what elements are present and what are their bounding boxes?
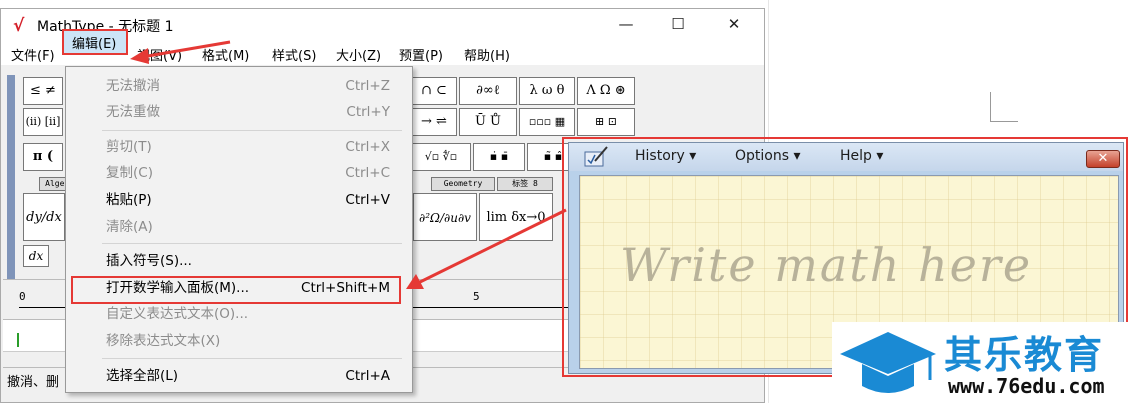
greek-upper-palette-button[interactable]: Λ Ω ⊛ [577,77,635,105]
menu-item-redo[interactable]: 无法重做 Ctrl+Y [66,99,412,125]
menu-item-remove-expression-text[interactable]: 移除表达式文本(X) [66,328,412,354]
write-placeholder: Write math here [620,238,1033,292]
menu-item-clear[interactable]: 清除(A) [66,214,412,240]
derivative-template-button[interactable]: dy/dx [23,193,65,241]
menu-item-copy[interactable]: 复制(C) Ctrl+C [66,160,412,186]
panel-close-button[interactable]: ✕ [1086,150,1120,168]
document-margin-mark [990,92,1018,122]
brand-name: 其乐教育 [944,333,1105,377]
insertion-cursor [17,333,31,347]
menu-separator [102,130,402,131]
maximize-button[interactable]: ☐ [655,9,701,41]
menu-item-custom-expression-text[interactable]: 自定义表达式文本(O)... [66,301,412,327]
graduation-cap-icon [840,332,936,393]
mathtype-logo-icon: √ [13,16,25,36]
menu-size[interactable]: 大小(Z) [336,45,381,64]
ruler-mark-start: 0 [19,290,26,303]
menu-edit-label: 编辑(E) [72,37,117,52]
status-text: 撤消、删 [7,375,60,390]
math-panel-pen-icon [584,146,608,167]
menu-file[interactable]: 文件(F) [11,45,55,64]
toolbar-grip [7,75,15,281]
options-menu[interactable]: Options ▾ [735,148,801,164]
menu-help[interactable]: 帮助(H) [464,45,510,64]
tab-8[interactable]: 标签 8 [497,177,553,191]
arrows-palette-button[interactable]: → ⇌ [411,108,457,136]
partial-derivative-template-button[interactable]: ∂²Ω/∂u∂v [413,193,477,241]
history-menu[interactable]: History ▾ [635,148,696,164]
menu-style[interactable]: 样式(S) [272,45,316,64]
overbar-template-button[interactable]: ▪̇ ▪̄ [473,143,525,171]
menu-format[interactable]: 格式(M) [202,45,249,64]
menu-separator [102,358,402,359]
pi-template-button[interactable]: π ( [23,143,63,171]
annotation-highlight-box [71,276,401,304]
dx-template-button[interactable]: dx [23,245,49,267]
set-operators-palette-button[interactable]: ∩ ⊂ [411,77,457,105]
menu-edit[interactable]: 编辑(E) [62,29,128,55]
embellishments-palette-button[interactable]: Ū Ů [459,108,517,136]
tab-geometry[interactable]: Geometry [431,177,495,191]
matrix-palette-button[interactable]: ▫▫▫ ▦ [519,108,575,136]
radical-template-button[interactable]: √▫ ∜▫ [411,143,471,171]
ruler-mark-mid: 5 [473,290,480,303]
greek-lower-palette-button[interactable]: λ ω θ [519,77,575,105]
menu-item-paste[interactable]: 粘贴(P) Ctrl+V [66,187,412,213]
boxes-palette-button[interactable]: ⊞ ⊡ [577,108,635,136]
fences-palette-button[interactable]: (ⅱ) [ⅱ] [23,108,63,136]
watermark: 其乐教育 www.76edu.com [832,322,1130,403]
help-menu[interactable]: Help ▾ [840,148,883,164]
misc-symbols-palette-button[interactable]: ∂∞ℓ [459,77,517,105]
menu-item-select-all[interactable]: 选择全部(L) Ctrl+A [66,363,412,389]
panel-header: History ▾ Options ▾ Help ▾ ✕ [569,143,1123,171]
close-button[interactable]: ✕ [711,9,757,41]
edit-menu-dropdown: 无法撤消 Ctrl+Z 无法重做 Ctrl+Y 剪切(T) Ctrl+X 复制(C) C… [65,66,413,393]
menu-item-cut[interactable]: 剪切(T) Ctrl+X [66,134,412,160]
menu-item-insert-symbol[interactable]: 插入符号(S)... [66,248,412,274]
relations-palette-button[interactable]: ≤ ≠ [23,77,63,105]
menu-preferences[interactable]: 预置(P) [399,45,443,64]
limit-template-button[interactable]: lim δx→0 [479,193,553,241]
menu-item-undo[interactable]: 无法撤消 Ctrl+Z [66,73,412,99]
brand-url: www.76edu.com [948,374,1105,398]
menu-view[interactable]: 视图(V) [137,45,182,64]
menu-separator [102,243,402,244]
minimize-button[interactable]: — [603,9,649,41]
